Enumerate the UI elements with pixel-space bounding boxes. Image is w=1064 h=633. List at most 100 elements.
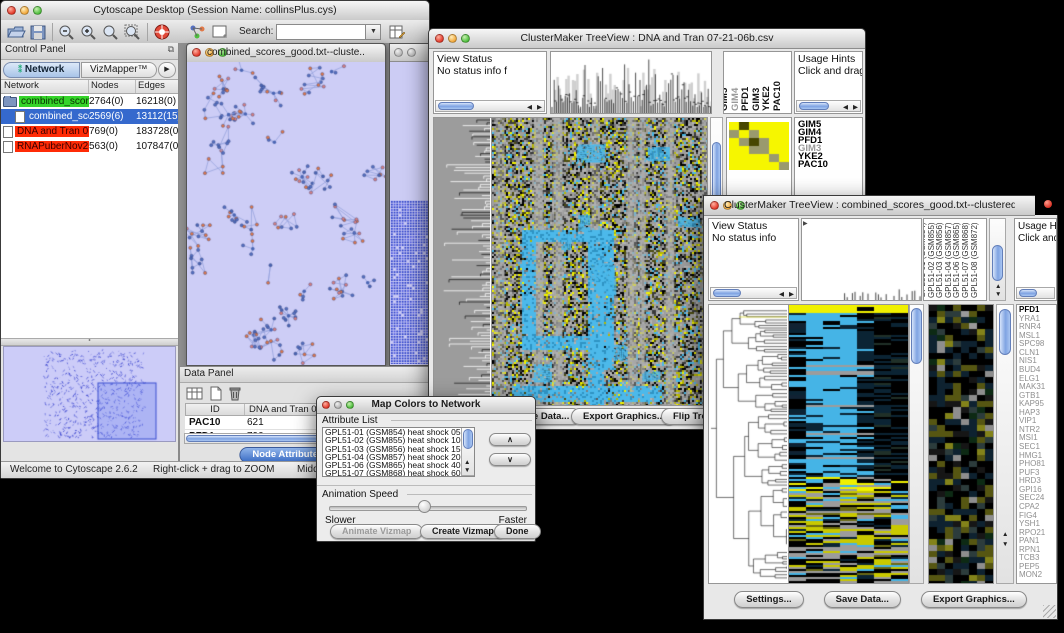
speed-slider-thumb[interactable] <box>418 500 431 513</box>
cytoscape-titlebar[interactable]: Cytoscape Desktop (Session Name: collins… <box>1 1 429 21</box>
animate-vizmap-button[interactable]: Animate Vizmap <box>330 524 423 539</box>
heatmap-main[interactable] <box>491 117 708 406</box>
zoom-in-icon[interactable] <box>79 23 99 41</box>
scroll-right-arrow-icon[interactable]: ▶ <box>537 104 542 111</box>
control-panel-title: Control Panel <box>5 44 66 55</box>
done-button[interactable]: Done <box>494 524 541 539</box>
scrollbar-thumb[interactable] <box>911 308 922 364</box>
dialog-titlebar[interactable]: Map Colors to Network <box>317 397 535 414</box>
zoom-fit-icon[interactable] <box>101 23 121 41</box>
resize-grip[interactable] <box>1043 605 1056 618</box>
gene-label[interactable]: MON2 <box>1017 571 1056 580</box>
close-icon[interactable] <box>394 48 403 57</box>
create-vizmap-button[interactable]: Create Vizmap <box>420 524 506 539</box>
scroll-down-arrow-icon[interactable]: ▼ <box>995 291 1001 298</box>
scrollbar-thumb[interactable] <box>463 429 473 449</box>
row-dendrogram[interactable] <box>708 304 788 584</box>
vizmap-node-icon[interactable] <box>188 23 208 41</box>
column-label[interactable]: GPL51-03 (GSM856) <box>935 222 944 298</box>
heatmap-zoom-panel[interactable] <box>928 304 994 584</box>
scrollbar-thumb[interactable] <box>438 102 474 110</box>
heatmap-main[interactable] <box>788 304 909 584</box>
column-header[interactable]: Edges <box>136 80 178 93</box>
treeview1-titlebar[interactable]: ClusterMaker TreeView : DNA and Tran 07-… <box>429 29 865 49</box>
network-list-item[interactable]: DNA and Tran 07769(0)183728(0) <box>1 124 178 139</box>
scroll-up-arrow-icon[interactable]: ▲ <box>1002 531 1008 538</box>
treeview-button[interactable]: Export Graphics... <box>921 591 1027 608</box>
column-label[interactable]: PFD1 <box>740 87 751 111</box>
scroll-up-arrow-icon[interactable]: ▲ <box>464 459 470 466</box>
scrollbar-thumb[interactable] <box>999 309 1011 355</box>
scroll-up-arrow-icon[interactable]: ▲ <box>995 283 1001 290</box>
close-icon[interactable] <box>322 401 330 409</box>
network-list-item[interactable]: combined_scores_2764(0)16218(0) <box>1 94 178 109</box>
treeview-button[interactable]: Save Data... <box>824 591 901 608</box>
network-view-titlebar[interactable]: combined_scores_good.txt--cluste... <box>187 44 385 63</box>
scroll-left-arrow-icon[interactable]: ◀ <box>843 104 848 111</box>
attribute-browser-icon[interactable] <box>387 23 407 41</box>
new-attribute-icon[interactable] <box>208 386 224 401</box>
open-file-icon[interactable] <box>6 23 26 41</box>
search-dropdown-icon[interactable]: ▼ <box>366 24 381 40</box>
scroll-down-arrow-icon[interactable]: ▼ <box>464 467 470 474</box>
scroll-right-arrow-icon[interactable]: ▶ <box>853 104 858 111</box>
zoom-out-icon[interactable] <box>57 23 77 41</box>
splitter-handle[interactable]: ⬩ <box>1 338 178 346</box>
scroll-left-arrow-icon[interactable]: ◀ <box>527 104 532 111</box>
network-list-item[interactable]: RNAPuberNov2+563(0)107847(0) <box>1 139 178 154</box>
dense-network-canvas[interactable] <box>390 200 430 364</box>
scrollbar-thumb[interactable] <box>713 289 741 297</box>
tab-vizmapper[interactable]: VizMapper™ <box>81 62 158 78</box>
scroll-down-arrow-icon[interactable]: ▼ <box>1002 541 1008 548</box>
row-label[interactable]: PAC10 <box>798 161 862 169</box>
network-list-item[interactable]: combined_sco2569(6)13112(15) <box>1 109 178 124</box>
column-header[interactable]: Nodes <box>89 80 136 93</box>
delete-attribute-icon[interactable] <box>227 386 243 401</box>
minimize-icon[interactable] <box>407 48 416 57</box>
scroll-left-arrow-icon[interactable]: ◀ <box>779 291 784 298</box>
tab-network[interactable]: ⁑ Network <box>3 62 80 78</box>
search-input[interactable] <box>276 24 366 40</box>
column-header[interactable]: Network <box>1 80 89 93</box>
column-dendrogram[interactable] <box>550 51 712 114</box>
column-header[interactable]: ID <box>186 404 245 415</box>
column-label[interactable]: GIM5 <box>723 88 730 111</box>
expand-arrow-icon[interactable]: ▶ <box>803 220 808 227</box>
annotation-icon[interactable] <box>210 23 230 41</box>
attribute-list-item[interactable]: GPL51-07 (GSM868) heat shock 60 min <box>323 469 461 477</box>
close-icon[interactable] <box>710 201 719 210</box>
save-icon[interactable] <box>28 23 48 41</box>
row-dendrogram[interactable] <box>433 117 491 406</box>
help-lifering-icon[interactable] <box>152 23 172 41</box>
float-panel-icon[interactable]: ⧉ <box>168 44 174 55</box>
close-icon[interactable] <box>435 34 444 43</box>
move-down-button[interactable]: ∨ <box>489 453 531 466</box>
scrollbar-thumb[interactable] <box>799 102 829 110</box>
groupbox-line <box>391 420 532 421</box>
column-label[interactable]: GIM4 <box>730 88 741 111</box>
birdseye-view[interactable] <box>3 346 176 442</box>
scrollbar-thumb[interactable] <box>1019 289 1037 297</box>
column-label[interactable]: PAC10 <box>772 81 783 111</box>
scroll-right-arrow-icon[interactable]: ▶ <box>789 291 794 298</box>
column-label[interactable]: GPL51-07 (GSM868) <box>961 222 970 298</box>
background-window-titlebar[interactable] <box>390 44 430 62</box>
usage-hints-title: Usage Hi <box>1018 221 1057 232</box>
tab-overflow-icon[interactable]: ▶ <box>158 62 176 78</box>
close-icon[interactable] <box>192 48 201 57</box>
close-icon[interactable] <box>7 6 16 15</box>
column-label[interactable]: GIM3 <box>751 88 762 111</box>
network-canvas[interactable] <box>187 62 385 365</box>
select-attributes-icon[interactable] <box>185 386 205 401</box>
doc-icon <box>3 141 13 153</box>
obscured-window-close-icon[interactable] <box>1044 200 1052 208</box>
column-label[interactable]: YKE2 <box>761 86 772 111</box>
column-dendrogram[interactable]: ▶ <box>801 218 922 301</box>
treeview2-titlebar[interactable]: ClusterMaker TreeView : combined_scores_… <box>704 196 1035 216</box>
zoom-selected-icon[interactable] <box>123 23 143 41</box>
scrollbar-thumb[interactable] <box>992 245 1003 281</box>
move-up-button[interactable]: ∧ <box>489 433 531 446</box>
treeview-button[interactable]: Settings... <box>734 591 803 608</box>
column-label[interactable]: GPL51-08 (GSM872) <box>970 222 979 298</box>
desktop-gap <box>1035 195 1060 215</box>
